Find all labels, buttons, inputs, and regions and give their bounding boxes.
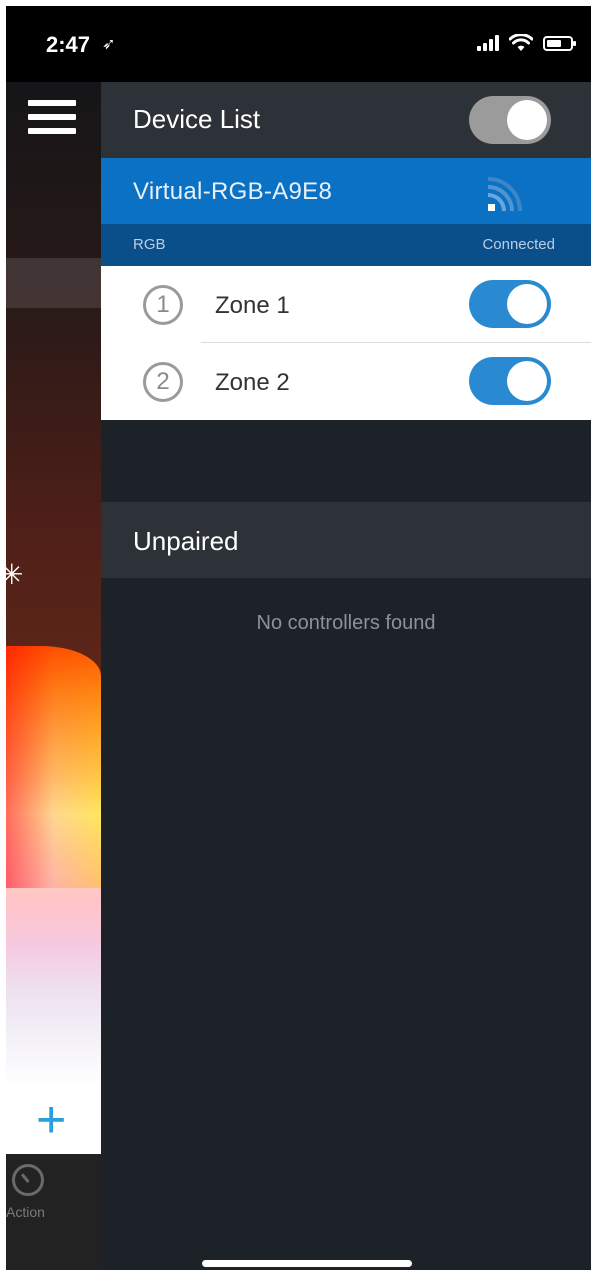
battery-icon [543,35,576,51]
zone-number: 2 [143,362,183,402]
zone-name: Zone 1 [215,292,290,319]
location-arrow-icon: ➶ [102,36,116,53]
zone-row[interactable]: 1 Zone 1 [101,266,591,343]
zone-name: Zone 2 [215,369,290,396]
unpaired-header: Unpaired [101,502,591,578]
zone-list: 1 Zone 1 2 Zone 2 [101,266,591,420]
background-band [6,258,101,308]
status-icons [477,34,576,52]
zone-1-toggle[interactable] [469,280,551,328]
empty-state-message: No controllers found [256,612,436,634]
device-drawer: Device List Virtual-RGB-A9E8 RGB Connect… [101,82,591,1270]
device-list-toggle[interactable] [469,96,551,144]
zone-row[interactable]: 2 Zone 2 [101,343,591,420]
hamburger-menu-icon[interactable] [28,100,76,136]
zone-2-toggle[interactable] [469,357,551,405]
cellular-signal-icon [477,35,499,51]
phone-screen: 2:47 ➶ ✳ + Action Device List Virtual-RG… [6,6,591,1270]
device-list-title: Device List [133,104,261,134]
color-wheel[interactable] [6,646,101,1086]
wifi-icon [509,34,533,51]
unpaired-title: Unpaired [133,526,239,556]
action-tab-label: Action [6,1204,45,1220]
device-info-row: RGB Connected [101,224,591,266]
sun-icon: ✳ [6,559,24,590]
device-name: Virtual-RGB-A9E8 [133,178,333,205]
device-row-virtual-rgb[interactable]: Virtual-RGB-A9E8 [101,158,591,224]
status-time: 2:47 [46,32,91,57]
wifi-signal-icon [487,177,522,212]
zone-number: 1 [143,285,183,325]
status-bar: 2:47 ➶ [6,6,591,82]
plus-icon[interactable]: + [36,1094,66,1146]
background-app: ✳ + Action [6,82,101,1270]
timer-icon[interactable] [12,1164,44,1196]
device-type: RGB [133,236,166,253]
device-list-header: Device List [101,82,591,158]
home-indicator[interactable] [202,1260,412,1267]
connection-status: Connected [482,236,555,253]
